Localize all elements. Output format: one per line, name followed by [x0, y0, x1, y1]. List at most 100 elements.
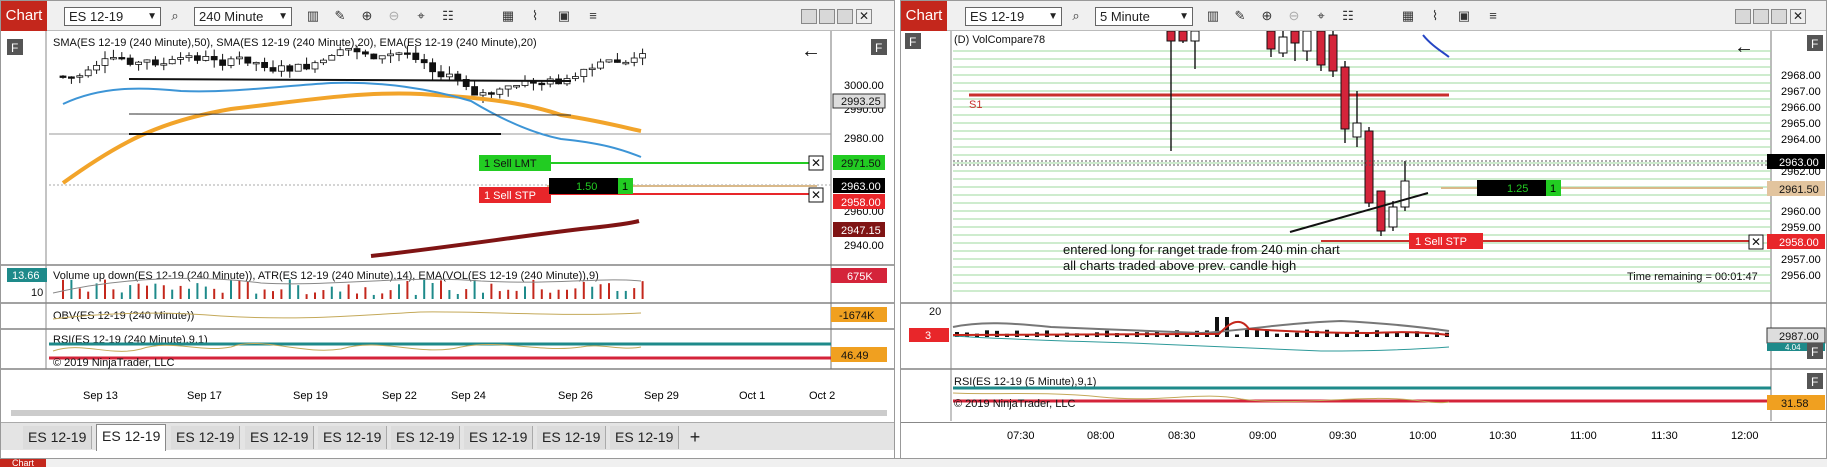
tab-es-12-19-1[interactable]: ES 12-19 [23, 426, 93, 449]
candle-body [219, 59, 227, 66]
chart-title-partial: Chart [0, 459, 46, 467]
zoom-out-icon[interactable]: ⊖ [384, 7, 404, 25]
volume-bar [230, 280, 232, 299]
candle-body [93, 64, 100, 71]
candle-body [487, 92, 495, 95]
candle-body [454, 73, 462, 80]
pencil-icon[interactable]: ✎ [330, 7, 350, 25]
x-tick: Sep 29 [644, 390, 679, 402]
volume-bar [297, 285, 300, 299]
interval-selector[interactable]: 240 Minute ▼ [194, 7, 292, 26]
zoom-in-icon[interactable]: ⊕ [1257, 7, 1277, 25]
chart-window-240min: Chart ES 12-19 ▼ ⌕ 240 Minute ▼ ▥ ✎ ⊕ ⊖ … [0, 0, 895, 467]
crosshair-icon[interactable]: ⌖ [1311, 7, 1331, 25]
sell-lmt-price-badge: 2971.50 [841, 158, 881, 170]
tab-es-12-19-3[interactable]: ES 12-19 [171, 426, 241, 449]
candle-body [177, 57, 185, 60]
crosshair-icon[interactable]: ⌖ [411, 7, 431, 25]
add-tab-button[interactable]: + [683, 426, 707, 449]
tab-es-12-19-4[interactable]: ES 12-19 [245, 426, 315, 449]
search-icon[interactable]: ⌕ [1066, 7, 1086, 25]
x-tick: 09:30 [1329, 430, 1357, 442]
properties-icon[interactable]: ☷ [1338, 7, 1358, 25]
panel-button: F [1811, 37, 1818, 51]
data-box-icon[interactable]: ▦ [498, 7, 518, 25]
restore-button[interactable] [819, 9, 835, 24]
properties-icon[interactable]: ☷ [438, 7, 458, 25]
zoom-out-icon[interactable]: ⊖ [1284, 7, 1304, 25]
volume-bar [608, 283, 610, 299]
sell-stp-price-badge: 2958.00 [841, 197, 881, 209]
strategies-icon[interactable]: ⌇ [1425, 7, 1445, 25]
price-tick: 2964.00 [1781, 134, 1821, 146]
volume-bar [372, 294, 375, 299]
price-tick: 2956.00 [1781, 270, 1821, 282]
position-qty: 1 [1550, 183, 1556, 195]
volume-bar [431, 282, 434, 299]
candle-body [1328, 34, 1338, 72]
volume-bar [146, 285, 148, 299]
tab-es-12-19-9[interactable]: ES 12-19 [610, 426, 680, 449]
chart-svg-5min: S1 1.25 1 1 Sell STP ✕ entered long for … [901, 31, 1826, 421]
volume-bar [1165, 334, 1169, 337]
interval-selector[interactable]: 5 Minute ▼ [1095, 7, 1193, 26]
candle-body [210, 56, 218, 61]
candle-body [1400, 180, 1410, 208]
tab-es-12-19-7[interactable]: ES 12-19 [464, 426, 534, 449]
x-tick: 10:00 [1409, 430, 1437, 442]
zoom-in-icon[interactable]: ⊕ [357, 7, 377, 25]
copyright-label: © 2019 NinjaTrader, LLC [53, 357, 174, 369]
price-tick: 2957.00 [1781, 254, 1821, 266]
close-window-button[interactable]: ✕ [1790, 9, 1806, 24]
candle-body [244, 56, 252, 64]
candle-body [235, 56, 243, 60]
last-price-badge: 2963.00 [1779, 157, 1819, 169]
chart-canvas-240min[interactable]: 1 Sell LMT 1 Sell STP 1.50 1 ✕ ✕ SMA(ES … [1, 31, 894, 421]
volume-bar [1275, 333, 1279, 337]
snapshot-icon[interactable]: ▣ [554, 7, 574, 25]
volume-bar [112, 289, 115, 299]
arrow-left-icon[interactable]: ← [801, 40, 821, 62]
tab-es-12-19-5[interactable]: ES 12-19 [318, 426, 388, 449]
price-tick: 2965.00 [1781, 118, 1821, 130]
pencil-icon[interactable]: ✎ [1230, 7, 1250, 25]
search-icon[interactable]: ⌕ [165, 7, 185, 25]
maximize-button[interactable] [1771, 9, 1787, 24]
candle-body [328, 55, 336, 61]
volume-bar [246, 281, 249, 299]
x-tick: 07:30 [1007, 430, 1035, 442]
strategies-icon[interactable]: ⌇ [525, 7, 545, 25]
tab-es-12-19-2[interactable]: ES 12-19 [96, 424, 167, 451]
tab-es-12-19-6[interactable]: ES 12-19 [391, 426, 461, 449]
candle-body [185, 55, 193, 59]
chart-toolbar: Chart ES 12-19 ▼ ⌕ 5 Minute ▼ ▥ ✎ ⊕ ⊖ ⌖ … [901, 1, 1826, 31]
bar-type-icon[interactable]: ▥ [1203, 7, 1223, 25]
data-box-icon[interactable]: ▦ [1398, 7, 1418, 25]
volume-bar [263, 289, 266, 299]
chart-canvas-5min[interactable]: S1 1.25 1 1 Sell STP ✕ entered long for … [901, 31, 1826, 421]
maximize-button[interactable] [837, 9, 853, 24]
volume-bar [456, 293, 459, 299]
snapshot-icon[interactable]: ▣ [1454, 7, 1474, 25]
menu-icon[interactable]: ≡ [583, 7, 603, 25]
candle-body [622, 61, 630, 65]
candle-body [101, 58, 109, 66]
candle-body [1376, 190, 1386, 232]
instrument-selector[interactable]: ES 12-19 ▼ [64, 7, 161, 26]
minimize-button[interactable] [1735, 9, 1751, 24]
volume-bar [322, 290, 325, 299]
arrow-left-icon[interactable]: ← [1734, 36, 1754, 58]
restore-button[interactable] [1753, 9, 1769, 24]
close-window-button[interactable]: ✕ [856, 9, 872, 24]
menu-icon[interactable]: ≡ [1483, 7, 1503, 25]
candle-body [605, 59, 613, 63]
bar-type-icon[interactable]: ▥ [303, 7, 323, 25]
minimize-button[interactable] [801, 9, 817, 24]
position-price-badge: 2961.50 [1779, 184, 1819, 196]
x-tick: Sep 26 [558, 390, 593, 402]
position-pnl: 1.25 [1507, 183, 1528, 195]
chart-window-5min: Chart ES 12-19 ▼ ⌕ 5 Minute ▼ ▥ ✎ ⊕ ⊖ ⌖ … [900, 0, 1827, 467]
tab-es-12-19-8[interactable]: ES 12-19 [537, 426, 607, 449]
price-tick: 2980.00 [844, 133, 884, 145]
instrument-selector[interactable]: ES 12-19 ▼ [965, 7, 1062, 26]
